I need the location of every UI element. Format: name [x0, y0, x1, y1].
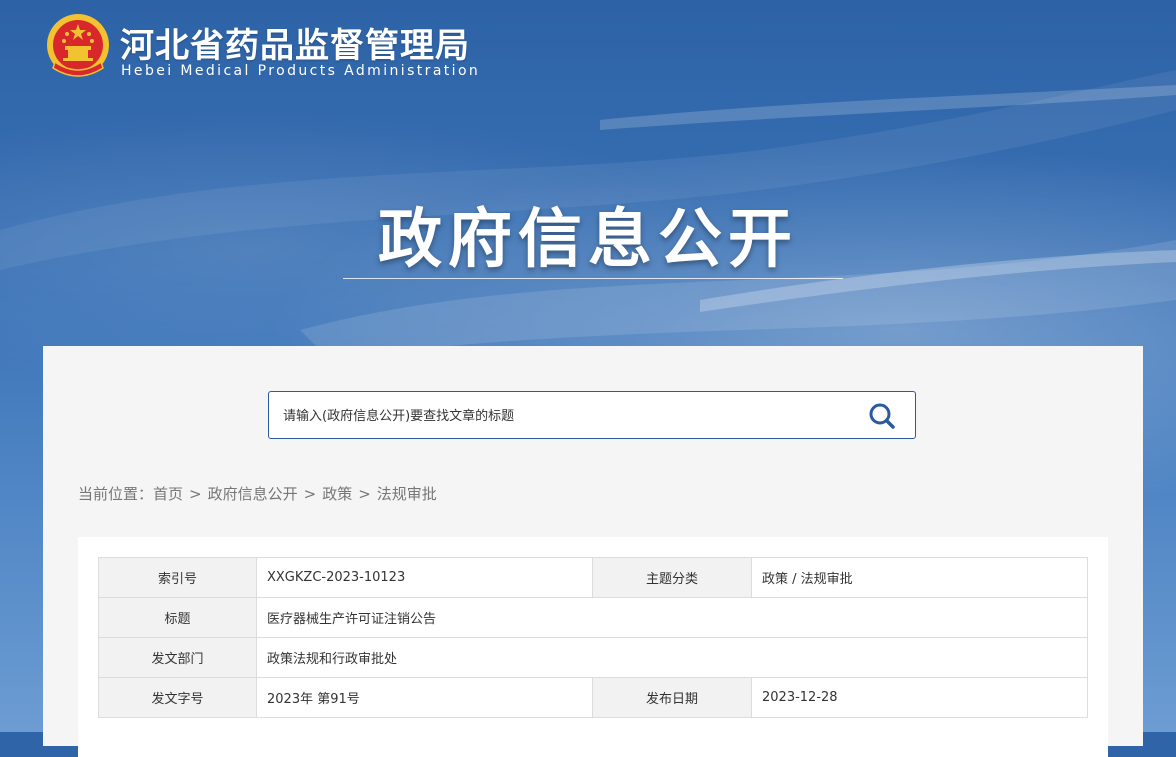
title-label: 标题	[98, 597, 257, 638]
table-row: 发文字号 2023年 第91号 发布日期 2023-12-28	[98, 677, 1088, 718]
search-box	[268, 391, 916, 440]
national-emblem-icon	[47, 14, 109, 77]
search-icon[interactable]	[867, 401, 897, 431]
category-label: 主题分类	[592, 557, 752, 598]
dept-label: 发文部门	[98, 637, 257, 678]
title-value: 医疗器械生产许可证注销公告	[256, 597, 1088, 638]
breadcrumb-home[interactable]: 首页	[153, 485, 183, 503]
table-row: 发文部门 政策法规和行政审批处	[98, 637, 1088, 678]
main-content: 当前位置：首页 > 政府信息公开 > 政策 > 法规审批 索引号 XXGKZC-2023-1…	[43, 346, 1143, 757]
breadcrumb-separator: >	[358, 485, 371, 503]
page-title: 政府信息公开	[378, 203, 798, 277]
index-value: XXGKZC-2023-10123	[256, 557, 593, 598]
title-divider	[343, 278, 843, 279]
index-label: 索引号	[98, 557, 257, 598]
site-name: 河北省药品监督管理局	[120, 26, 470, 66]
breadcrumb-separator: >	[189, 485, 202, 503]
document-info-panel: 索引号 XXGKZC-2023-10123 主题分类 政策 / 法规审批 标题 …	[78, 537, 1108, 757]
site-subtitle: Hebei Medical Products Administration	[121, 63, 481, 79]
category-value: 政策 / 法规审批	[751, 557, 1088, 598]
doc-no-label: 发文字号	[98, 677, 257, 718]
breadcrumb-prefix: 当前位置：	[78, 485, 154, 503]
breadcrumb-separator: >	[303, 485, 317, 503]
table-row: 索引号 XXGKZC-2023-10123 主题分类 政策 / 法规审批	[98, 557, 1088, 598]
table-row: 标题 医疗器械生产许可证注销公告	[98, 597, 1088, 638]
doc-no-value: 2023年 第91号	[256, 677, 593, 718]
breadcrumb: 当前位置：首页 > 政府信息公开 > 政策 > 法规审批	[78, 483, 437, 504]
breadcrumb-regulation-approval[interactable]: 法规审批	[377, 485, 437, 503]
breadcrumb-policy[interactable]: 政策	[322, 485, 352, 503]
date-value: 2023-12-28	[751, 677, 1088, 718]
search-input[interactable]	[281, 392, 855, 440]
breadcrumb-gov-info[interactable]: 政府信息公开	[208, 485, 298, 503]
date-label: 发布日期	[592, 677, 752, 718]
dept-value: 政策法规和行政审批处	[256, 637, 1088, 678]
document-info-table: 索引号 XXGKZC-2023-10123 主题分类 政策 / 法规审批 标题 …	[98, 557, 1088, 718]
